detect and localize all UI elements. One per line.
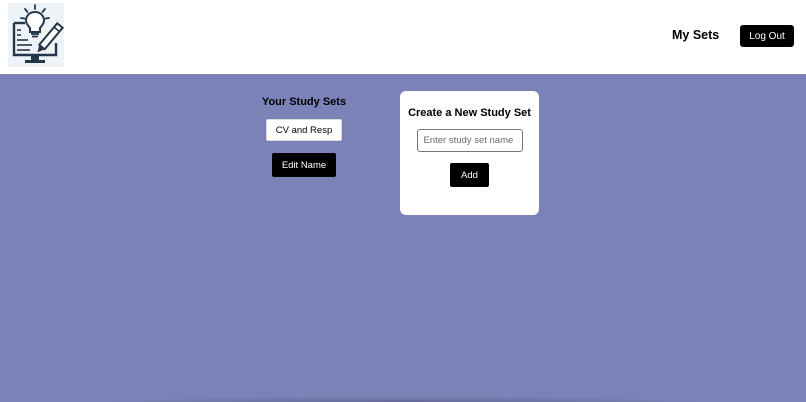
lightbulb-document-pencil-icon bbox=[12, 4, 65, 63]
logout-button[interactable]: Log Out bbox=[740, 25, 794, 47]
study-sets-section: Your Study Sets CV and Resp Edit Name bbox=[254, 95, 354, 177]
top-header: My Sets Log Out bbox=[0, 0, 806, 74]
nav-my-sets-link[interactable]: My Sets bbox=[672, 28, 719, 42]
bottom-shadow bbox=[100, 396, 706, 402]
create-card-title: Create a New Study Set bbox=[408, 107, 531, 119]
create-study-set-card: Create a New Study Set Add bbox=[400, 91, 539, 215]
study-set-item[interactable]: CV and Resp bbox=[266, 119, 342, 141]
study-set-name-input[interactable] bbox=[416, 129, 523, 152]
add-button[interactable]: Add bbox=[450, 163, 489, 187]
app-logo[interactable] bbox=[8, 3, 65, 67]
edit-name-button[interactable]: Edit Name bbox=[272, 153, 336, 177]
study-sets-heading: Your Study Sets bbox=[261, 96, 347, 108]
